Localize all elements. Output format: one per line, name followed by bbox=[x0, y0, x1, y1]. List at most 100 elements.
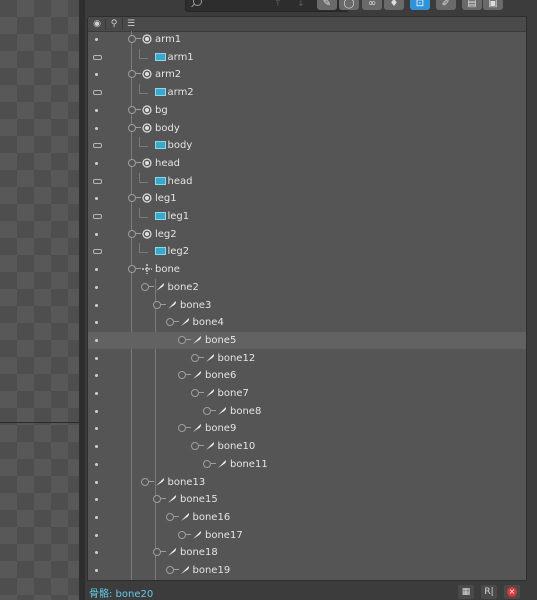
tree-row[interactable]: bone19 bbox=[88, 562, 526, 579]
tree-row[interactable]: bone18 bbox=[88, 544, 526, 561]
tree-row[interactable]: leg1 bbox=[88, 190, 526, 207]
tree-node-icon[interactable] bbox=[153, 548, 166, 557]
link-tool-icon[interactable]: ∞ bbox=[362, 0, 382, 10]
tree-node-icon[interactable] bbox=[128, 70, 141, 79]
tree-node-icon[interactable] bbox=[140, 477, 154, 486]
trash-icon[interactable]: ▤ bbox=[462, 0, 482, 10]
paint-tool-icon[interactable]: ✐ bbox=[436, 0, 456, 10]
visibility-clip-icon[interactable] bbox=[93, 90, 102, 96]
tree-row[interactable]: arm1 bbox=[88, 31, 526, 48]
visibility-dot-icon[interactable] bbox=[95, 303, 98, 307]
visibility-clip-icon[interactable] bbox=[93, 178, 102, 184]
tree-row[interactable]: bone7 bbox=[88, 385, 526, 402]
lock-icon[interactable]: ⚲ bbox=[109, 19, 119, 29]
tree-node-icon[interactable] bbox=[140, 282, 154, 291]
tree-node-icon[interactable] bbox=[178, 530, 191, 539]
visibility-dot-icon[interactable] bbox=[95, 268, 98, 272]
tree-node-icon[interactable] bbox=[190, 353, 204, 362]
visibility-clip-icon[interactable] bbox=[93, 54, 102, 60]
tree-row[interactable]: bone11 bbox=[88, 456, 526, 473]
reset-icon[interactable]: R| bbox=[481, 585, 497, 599]
tree-node-icon[interactable] bbox=[128, 158, 141, 167]
tree-row[interactable]: leg2 bbox=[88, 226, 526, 243]
tree-node-icon[interactable] bbox=[203, 406, 216, 415]
tree-node-icon[interactable] bbox=[153, 495, 166, 504]
export-icon[interactable]: ▣ bbox=[483, 0, 503, 10]
tree-node-icon[interactable] bbox=[128, 123, 141, 132]
tree-node-icon[interactable] bbox=[190, 442, 204, 451]
tree-node-icon[interactable] bbox=[128, 105, 141, 114]
visibility-dot-icon[interactable] bbox=[95, 356, 98, 360]
eye-icon[interactable]: ◉ bbox=[92, 19, 102, 29]
tree-row[interactable]: bone9 bbox=[88, 420, 526, 437]
bone-tool-icon[interactable]: ✎ bbox=[317, 0, 337, 10]
visibility-dot-icon[interactable] bbox=[95, 338, 98, 342]
tree-row[interactable]: bone8 bbox=[88, 403, 526, 420]
arrow-up-icon[interactable]: ↑ bbox=[268, 0, 288, 10]
panel-divider[interactable] bbox=[79, 0, 85, 600]
tree-node-icon[interactable] bbox=[165, 566, 179, 574]
tree-node-icon[interactable] bbox=[128, 35, 141, 43]
tree-node-icon[interactable] bbox=[165, 318, 179, 327]
close-icon[interactable]: × bbox=[504, 585, 520, 599]
tree-row[interactable]: bone10 bbox=[88, 438, 526, 455]
visibility-dot-icon[interactable] bbox=[95, 409, 98, 413]
tree-node-icon[interactable] bbox=[190, 389, 204, 397]
pin-tool-icon[interactable]: ♦ bbox=[384, 0, 404, 10]
visibility-dot-icon[interactable] bbox=[95, 480, 98, 484]
visibility-dot-icon[interactable] bbox=[95, 462, 98, 466]
tree-node-icon[interactable] bbox=[178, 371, 191, 380]
tree-row[interactable]: body bbox=[88, 120, 526, 137]
tree-row[interactable]: head bbox=[88, 172, 526, 190]
tree-row[interactable]: bone15 bbox=[88, 491, 526, 508]
visibility-clip-icon[interactable] bbox=[93, 249, 102, 255]
visibility-dot-icon[interactable] bbox=[95, 374, 98, 378]
visibility-clip-icon[interactable] bbox=[93, 143, 102, 149]
visibility-clip-icon[interactable] bbox=[93, 214, 102, 219]
tree-row[interactable]: head bbox=[88, 155, 526, 172]
visibility-dot-icon[interactable] bbox=[95, 108, 98, 112]
tree-node-icon[interactable] bbox=[128, 194, 141, 203]
tree-row[interactable]: body bbox=[88, 137, 526, 154]
visibility-dot-icon[interactable] bbox=[95, 533, 98, 537]
tree-row[interactable]: arm2 bbox=[88, 66, 526, 83]
tree-row[interactable]: bone13 bbox=[88, 474, 526, 491]
tree-row[interactable]: bone bbox=[88, 261, 526, 278]
tree-row[interactable]: arm2 bbox=[88, 84, 526, 101]
tree-row[interactable]: bg bbox=[88, 102, 526, 119]
tree-view-icon[interactable]: ☰ bbox=[126, 19, 136, 29]
visibility-dot-icon[interactable] bbox=[95, 197, 98, 201]
visibility-dot-icon[interactable] bbox=[95, 73, 98, 77]
arrow-down-icon[interactable]: ↓ bbox=[291, 0, 311, 10]
tree-row[interactable]: bone6 bbox=[88, 367, 526, 384]
tree-row[interactable]: bone17 bbox=[88, 527, 526, 544]
frame-tool-icon[interactable]: ⊡ bbox=[410, 0, 430, 10]
visibility-dot-icon[interactable] bbox=[95, 161, 98, 165]
visibility-dot-icon[interactable] bbox=[95, 498, 98, 502]
tree-node-icon[interactable] bbox=[203, 459, 216, 468]
ring-tool-icon[interactable]: ◯ bbox=[339, 0, 359, 10]
tree-row[interactable]: leg2 bbox=[88, 243, 526, 260]
tree-row[interactable]: leg1 bbox=[88, 208, 526, 225]
canvas-viewport[interactable] bbox=[0, 0, 79, 600]
tree-node-icon[interactable] bbox=[178, 335, 191, 344]
tree-row[interactable]: arm1 bbox=[88, 48, 526, 66]
tree-node-icon[interactable] bbox=[128, 265, 141, 274]
visibility-dot-icon[interactable] bbox=[95, 515, 98, 519]
tree-row[interactable]: bone5 bbox=[88, 331, 526, 349]
visibility-dot-icon[interactable] bbox=[95, 427, 98, 431]
visibility-dot-icon[interactable] bbox=[95, 392, 98, 395]
visibility-dot-icon[interactable] bbox=[95, 321, 98, 325]
tree-row[interactable]: bone16 bbox=[88, 509, 526, 526]
visibility-dot-icon[interactable] bbox=[95, 126, 98, 130]
visibility-dot-icon[interactable] bbox=[95, 445, 98, 449]
tree-node-icon[interactable] bbox=[128, 229, 141, 238]
visibility-dot-icon[interactable] bbox=[95, 569, 98, 572]
visibility-dot-icon[interactable] bbox=[95, 551, 98, 555]
visibility-dot-icon[interactable] bbox=[95, 232, 98, 236]
tree-row[interactable]: bone2 bbox=[88, 279, 526, 296]
tree-node-icon[interactable] bbox=[178, 424, 191, 433]
tree-row[interactable]: bone4 bbox=[88, 314, 526, 331]
visibility-dot-icon[interactable] bbox=[95, 285, 98, 289]
tree-row[interactable]: bone3 bbox=[88, 297, 526, 314]
